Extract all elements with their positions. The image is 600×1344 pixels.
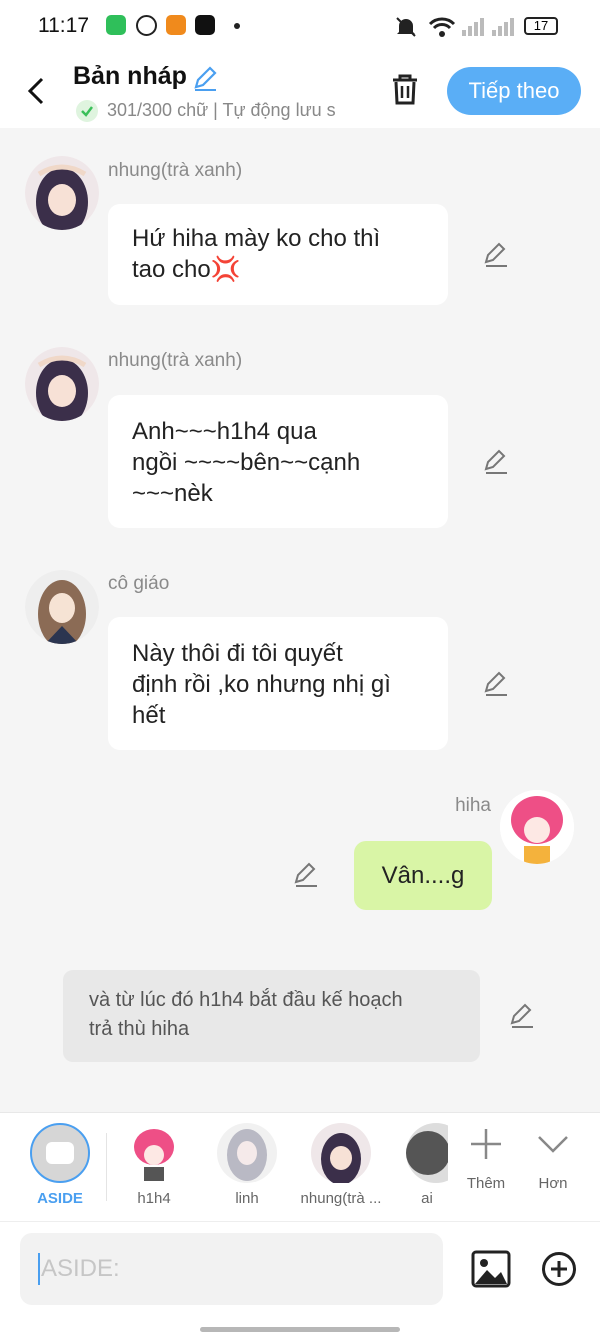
message-bubble-right[interactable]: Vân....g: [354, 841, 492, 910]
message-line: ~~~nèk: [132, 480, 213, 507]
message-line: tao cho💢: [132, 256, 241, 283]
avatar-co-giao[interactable]: [25, 570, 99, 644]
notification-dot-icon: [234, 23, 240, 29]
battery-icon: 17: [524, 17, 558, 35]
signal-icon-1: [462, 18, 484, 36]
plus-icon: [471, 1129, 501, 1159]
input-placeholder: ASIDE:: [41, 1255, 120, 1282]
text-cursor: [38, 1253, 40, 1285]
character-label: linh: [235, 1190, 259, 1207]
add-circle-icon[interactable]: [541, 1251, 577, 1287]
message-bubble[interactable]: Này thôi đi tôi quyết định rồi ,ko nhưng…: [108, 617, 448, 750]
divider: [106, 1133, 107, 1201]
message-bubble[interactable]: Anh~~~h1h4 qua ngồi ~~~~bên~~cạnh ~~~nèk: [108, 395, 448, 528]
back-icon[interactable]: [26, 76, 46, 106]
edit-message-icon[interactable]: [482, 241, 510, 269]
image-icon[interactable]: [471, 1250, 511, 1288]
sender-name: nhung(trà xanh): [108, 350, 243, 371]
avatar-nhung: [311, 1123, 371, 1183]
character-selector: ASIDE h1h4 linh nhung(trà ... ai Thêm Hơ…: [0, 1112, 600, 1221]
avatar-ai: [406, 1123, 448, 1183]
character-ai[interactable]: ai: [380, 1123, 448, 1207]
avatar-linh: [217, 1123, 277, 1183]
header: Bản nháp 301/300 chữ | Tự động lưu s Tiế…: [0, 54, 600, 128]
wifi-icon: [428, 17, 456, 37]
mute-bell-icon: [396, 17, 416, 37]
sender-name: hiha: [455, 795, 491, 816]
sender-name: cô giáo: [108, 573, 170, 594]
edit-message-icon[interactable]: [292, 861, 320, 889]
message-line: trả thù hiha: [89, 1018, 190, 1040]
status-bar: 11:17 17: [0, 0, 600, 54]
aside-message[interactable]: và từ lúc đó h1h4 bắt đầu kế hoạch trả t…: [63, 970, 480, 1062]
character-label: ai: [421, 1190, 433, 1207]
status-time: 11:17: [38, 14, 89, 37]
message-line: định rồi ,ko nhưng nhị gì: [132, 671, 391, 698]
saved-check-icon: [76, 100, 98, 122]
edit-message-icon[interactable]: [482, 448, 510, 476]
less-label: Hơn: [538, 1175, 568, 1192]
character-linh[interactable]: linh: [202, 1123, 292, 1207]
message-bubble[interactable]: Hứ hiha mày ko cho thì tao cho💢: [108, 204, 448, 305]
message-line: Anh~~~h1h4 qua: [132, 418, 317, 445]
character-label: nhung(trà ...: [300, 1190, 382, 1207]
home-indicator: [200, 1327, 400, 1332]
more-label: Thêm: [466, 1175, 506, 1192]
message-line: Hứ hiha mày ko cho thì: [132, 225, 381, 252]
edit-title-icon[interactable]: [192, 65, 218, 91]
message-input[interactable]: ASIDE:: [20, 1233, 443, 1305]
aside-icon: [30, 1123, 90, 1183]
character-nhung[interactable]: nhung(trà ...: [296, 1123, 386, 1207]
next-button[interactable]: Tiếp theo: [447, 67, 581, 115]
battery-level: 17: [533, 18, 549, 33]
collapse-button[interactable]: Hơn: [520, 1127, 586, 1192]
tiktok-icon: [195, 15, 215, 35]
avatar-nhung[interactable]: [25, 347, 99, 421]
message-line: và từ lúc đó h1h4 bắt đầu kế hoạch: [89, 989, 403, 1011]
edit-message-icon[interactable]: [508, 1002, 536, 1030]
app-icon-orange: [166, 15, 186, 35]
message-line: ngồi ~~~~bên~~cạnh: [132, 449, 361, 476]
input-bar: ASIDE:: [0, 1221, 600, 1344]
avatar-h1h4: [124, 1123, 184, 1183]
pinterest-icon: [136, 15, 157, 36]
avatar-nhung[interactable]: [25, 156, 99, 230]
character-h1h4[interactable]: h1h4: [109, 1123, 199, 1207]
word-count-status: 301/300 chữ | Tự động lưu s: [107, 100, 336, 120]
page-title: Bản nháp: [73, 62, 187, 90]
trash-icon[interactable]: [389, 72, 421, 106]
character-aside[interactable]: ASIDE: [15, 1123, 105, 1207]
character-label: h1h4: [137, 1190, 171, 1207]
app-icon-green: [106, 15, 126, 35]
character-label: ASIDE: [37, 1190, 83, 1207]
message-line: Này thôi đi tôi quyết: [132, 640, 343, 667]
chevron-down-icon: [538, 1136, 568, 1153]
message-line: hết: [132, 702, 166, 729]
add-character-button[interactable]: Thêm: [452, 1127, 520, 1192]
avatar-hiha[interactable]: [500, 790, 574, 864]
sender-name: nhung(trà xanh): [108, 160, 243, 181]
edit-message-icon[interactable]: [482, 670, 510, 698]
signal-icon-2: [492, 18, 514, 36]
